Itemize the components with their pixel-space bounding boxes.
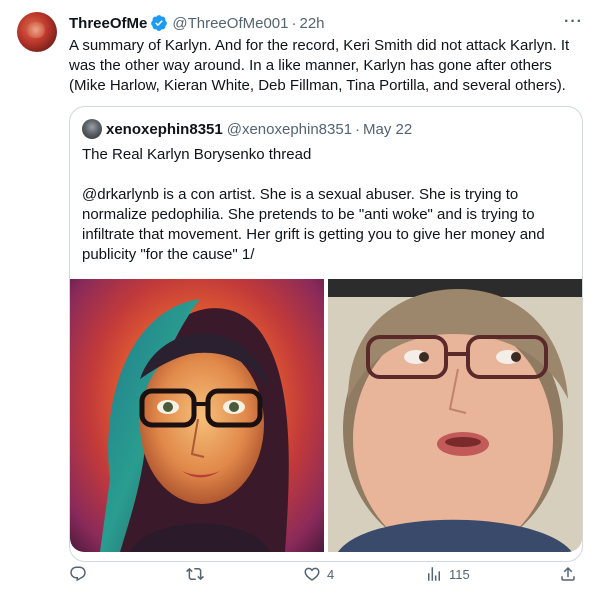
illustrated-portrait [100, 299, 289, 552]
tweet-text: A summary of Karlyn. And for the record,… [69, 37, 570, 94]
quoted-display-name: xenoxephin8351 [106, 120, 223, 138]
action-bar: 4 115 [69, 565, 583, 587]
reply-button[interactable] [69, 565, 93, 583]
quoted-avatar [82, 119, 102, 139]
separator-dot: · [291, 14, 297, 32]
verified-badge-icon [150, 14, 168, 32]
reply-icon [70, 566, 86, 582]
display-name[interactable]: ThreeOfMe [69, 15, 147, 32]
quoted-separator-dot: · [355, 120, 361, 138]
timestamp[interactable]: 22h [299, 15, 324, 32]
views-button[interactable]: 115 [425, 565, 470, 583]
handle[interactable]: @ThreeOfMe001 [172, 15, 288, 32]
like-button[interactable]: 4 [303, 565, 334, 583]
tweet-header: ThreeOfMe @ThreeOfMe001 · 22h ··· [69, 13, 583, 33]
more-options-icon[interactable]: ··· [564, 13, 583, 31]
quoted-timestamp: May 22 [363, 120, 413, 138]
avatar[interactable] [17, 12, 57, 52]
media-grid [70, 279, 582, 552]
views-icon [428, 567, 440, 581]
retweet-icon [186, 567, 204, 581]
share-icon [561, 566, 575, 581]
quoted-handle: @xenoxephin8351 [226, 120, 353, 138]
quoted-tweet-body: @drkarlynb is a con artist. She is a sex… [82, 186, 549, 263]
quoted-tweet-title: The Real Karlyn Borysenko thread [82, 146, 312, 163]
quoted-tweet-header: xenoxephin8351 @xenoxephin8351 · May 22 [82, 119, 412, 139]
quoted-tweet[interactable]: xenoxephin8351 @xenoxephin8351 · May 22 … [69, 106, 583, 562]
like-count: 4 [327, 566, 335, 582]
heart-icon [304, 567, 320, 581]
share-button[interactable] [559, 565, 583, 583]
tweet: ThreeOfMe @ThreeOfMe001 · 22h ··· A summ… [0, 0, 599, 595]
views-count: 115 [449, 566, 470, 582]
media-image-illustration[interactable] [70, 279, 324, 552]
media-image-photo[interactable] [328, 279, 582, 552]
retweet-button[interactable] [186, 565, 210, 583]
photo-portrait [328, 279, 582, 552]
